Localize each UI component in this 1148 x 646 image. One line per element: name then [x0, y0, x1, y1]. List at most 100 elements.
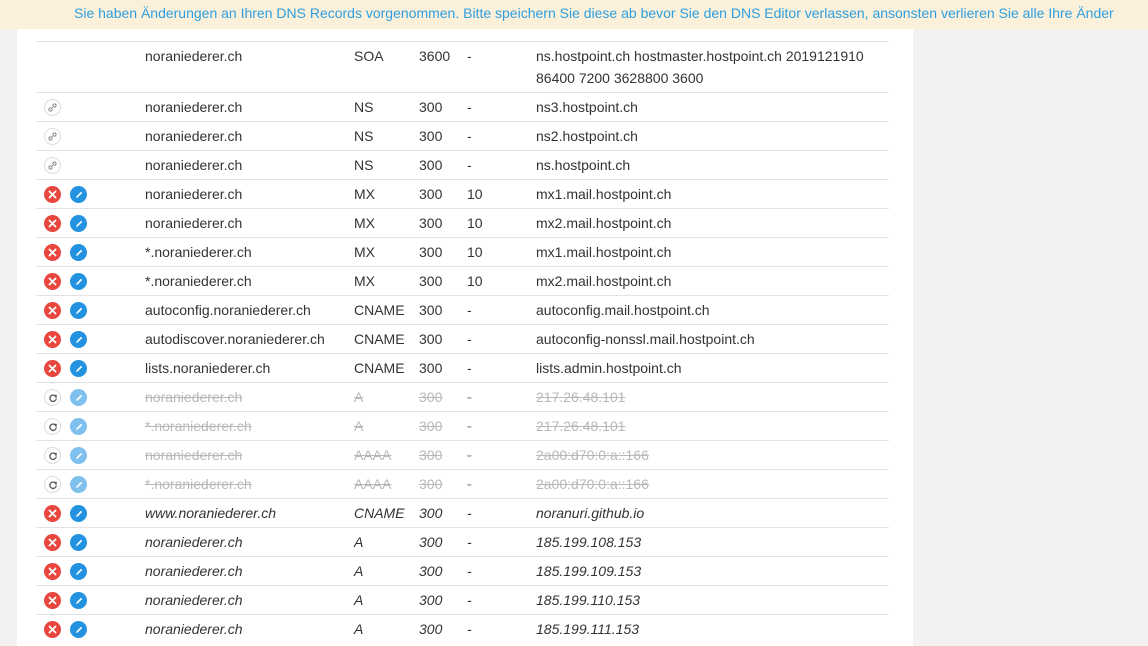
- record-priority: -: [467, 563, 472, 579]
- record-type: NS: [354, 128, 374, 144]
- record-ttl: 300: [419, 505, 443, 521]
- edit-record-icon[interactable]: [70, 360, 87, 377]
- record-ttl: 300: [419, 447, 443, 463]
- record-type: AAAA: [354, 447, 392, 463]
- delete-record-icon[interactable]: [44, 273, 61, 290]
- record-name: noraniederer.ch: [145, 128, 243, 144]
- edit-record-icon[interactable]: [70, 563, 87, 580]
- delete-record-icon[interactable]: [44, 302, 61, 319]
- record-value: ns.hostpoint.ch hostmaster.hostpoint.ch …: [536, 48, 864, 86]
- edit-record-icon[interactable]: [70, 244, 87, 261]
- dns-record-row: autodiscover.noraniederer.ch CNAME 300 - aut…: [36, 324, 889, 353]
- edit-record-icon[interactable]: [70, 186, 87, 203]
- link-icon[interactable]: [44, 99, 61, 116]
- delete-record-icon[interactable]: [44, 215, 61, 232]
- delete-record-icon[interactable]: [44, 505, 61, 522]
- dns-record-row: *.noraniederer.ch A 300 - 217.26.48.101: [36, 411, 889, 440]
- record-name: noraniederer.ch: [145, 563, 243, 579]
- restore-record-icon[interactable]: [44, 476, 61, 493]
- record-name: noraniederer.ch: [145, 99, 243, 115]
- record-priority: -: [467, 621, 472, 637]
- record-name: *.noraniederer.ch: [145, 418, 252, 434]
- edit-record-icon: [70, 418, 87, 435]
- record-name: lists.noraniederer.ch: [145, 360, 271, 376]
- record-name: *.noraniederer.ch: [145, 244, 252, 260]
- record-type: MX: [354, 273, 375, 289]
- record-name: noraniederer.ch: [145, 447, 243, 463]
- record-name: noraniederer.ch: [145, 48, 243, 64]
- delete-record-icon[interactable]: [44, 621, 61, 638]
- delete-record-icon[interactable]: [44, 360, 61, 377]
- delete-record-icon[interactable]: [44, 592, 61, 609]
- dns-record-row: noraniederer.ch A 300 - 185.199.111.153: [36, 614, 889, 643]
- delete-record-icon[interactable]: [44, 563, 61, 580]
- record-priority: -: [467, 128, 472, 144]
- edit-record-icon[interactable]: [70, 592, 87, 609]
- record-ttl: 300: [419, 273, 443, 289]
- record-type: A: [354, 534, 364, 550]
- record-type: A: [354, 592, 364, 608]
- edit-record-icon[interactable]: [70, 302, 87, 319]
- record-ttl: 300: [419, 360, 443, 376]
- record-value: 217.26.48.101: [536, 418, 626, 434]
- record-ttl: 300: [419, 157, 443, 173]
- edit-record-icon[interactable]: [70, 621, 87, 638]
- record-priority: -: [467, 99, 472, 115]
- record-type: AAAA: [354, 476, 392, 492]
- record-ttl: 300: [419, 128, 443, 144]
- record-value: 2a00:d70:0:a::166: [536, 476, 649, 492]
- dns-record-row: noraniederer.ch AAAA 300 - 2a00:d70:0:a::166: [36, 440, 889, 469]
- edit-record-icon[interactable]: [70, 273, 87, 290]
- record-ttl: 300: [419, 592, 443, 608]
- delete-record-icon[interactable]: [44, 331, 61, 348]
- edit-record-icon[interactable]: [70, 331, 87, 348]
- restore-record-icon[interactable]: [44, 418, 61, 435]
- record-ttl: 300: [419, 389, 443, 405]
- record-value: autoconfig-nonssl.mail.hostpoint.ch: [536, 331, 755, 347]
- record-priority: -: [467, 418, 472, 434]
- restore-record-icon[interactable]: [44, 389, 61, 406]
- record-name: noraniederer.ch: [145, 186, 243, 202]
- record-type: A: [354, 389, 364, 405]
- record-value: 185.199.110.153: [536, 592, 641, 608]
- edit-record-icon[interactable]: [70, 534, 87, 551]
- delete-record-icon[interactable]: [44, 186, 61, 203]
- record-ttl: 300: [419, 99, 443, 115]
- record-priority: 10: [467, 186, 483, 202]
- dns-record-row: *.noraniederer.ch MX 300 10 mx1.mail.hostpoi…: [36, 237, 889, 266]
- delete-record-icon[interactable]: [44, 534, 61, 551]
- record-value: ns3.hostpoint.ch: [536, 99, 638, 115]
- record-type: A: [354, 563, 364, 579]
- record-name: www.noraniederer.ch: [145, 505, 276, 521]
- record-type: NS: [354, 99, 374, 115]
- record-priority: -: [467, 331, 472, 347]
- dns-record-row: noraniederer.ch A 300 - 217.26.48.101: [36, 382, 889, 411]
- record-type: CNAME: [354, 331, 405, 347]
- record-priority: 10: [467, 215, 483, 231]
- edit-record-icon: [70, 389, 87, 406]
- edit-record-icon[interactable]: [70, 215, 87, 232]
- record-value: mx1.mail.hostpoint.ch: [536, 186, 672, 202]
- record-ttl: 300: [419, 476, 443, 492]
- record-ttl: 300: [419, 621, 443, 637]
- dns-record-row: noraniederer.ch A 300 - 185.199.109.153: [36, 556, 889, 585]
- link-icon[interactable]: [44, 128, 61, 145]
- record-value: ns.hostpoint.ch: [536, 157, 631, 173]
- dns-record-row: lists.noraniederer.ch CNAME 300 - lists.admi…: [36, 353, 889, 382]
- record-priority: -: [467, 476, 472, 492]
- edit-record-icon: [70, 447, 87, 464]
- dns-record-row: noraniederer.ch NS 300 - ns2.hostpoint.ch: [36, 121, 889, 150]
- dns-records-table: noraniederer.ch SOA 3600- ns.hostpoint.ch h…: [36, 41, 889, 643]
- record-name: noraniederer.ch: [145, 534, 243, 550]
- record-priority: -: [467, 157, 472, 173]
- restore-record-icon[interactable]: [44, 447, 61, 464]
- edit-record-icon[interactable]: [70, 505, 87, 522]
- delete-record-icon[interactable]: [44, 244, 61, 261]
- record-priority: 10: [467, 244, 483, 260]
- dns-record-row: *.noraniederer.ch MX 300 10 mx2.mail.hostpoi…: [36, 266, 889, 295]
- link-icon[interactable]: [44, 157, 61, 174]
- record-value: 2a00:d70:0:a::166: [536, 447, 649, 463]
- record-ttl: 300: [419, 302, 443, 318]
- record-name: autodiscover.noraniederer.ch: [145, 331, 325, 347]
- record-type: MX: [354, 215, 375, 231]
